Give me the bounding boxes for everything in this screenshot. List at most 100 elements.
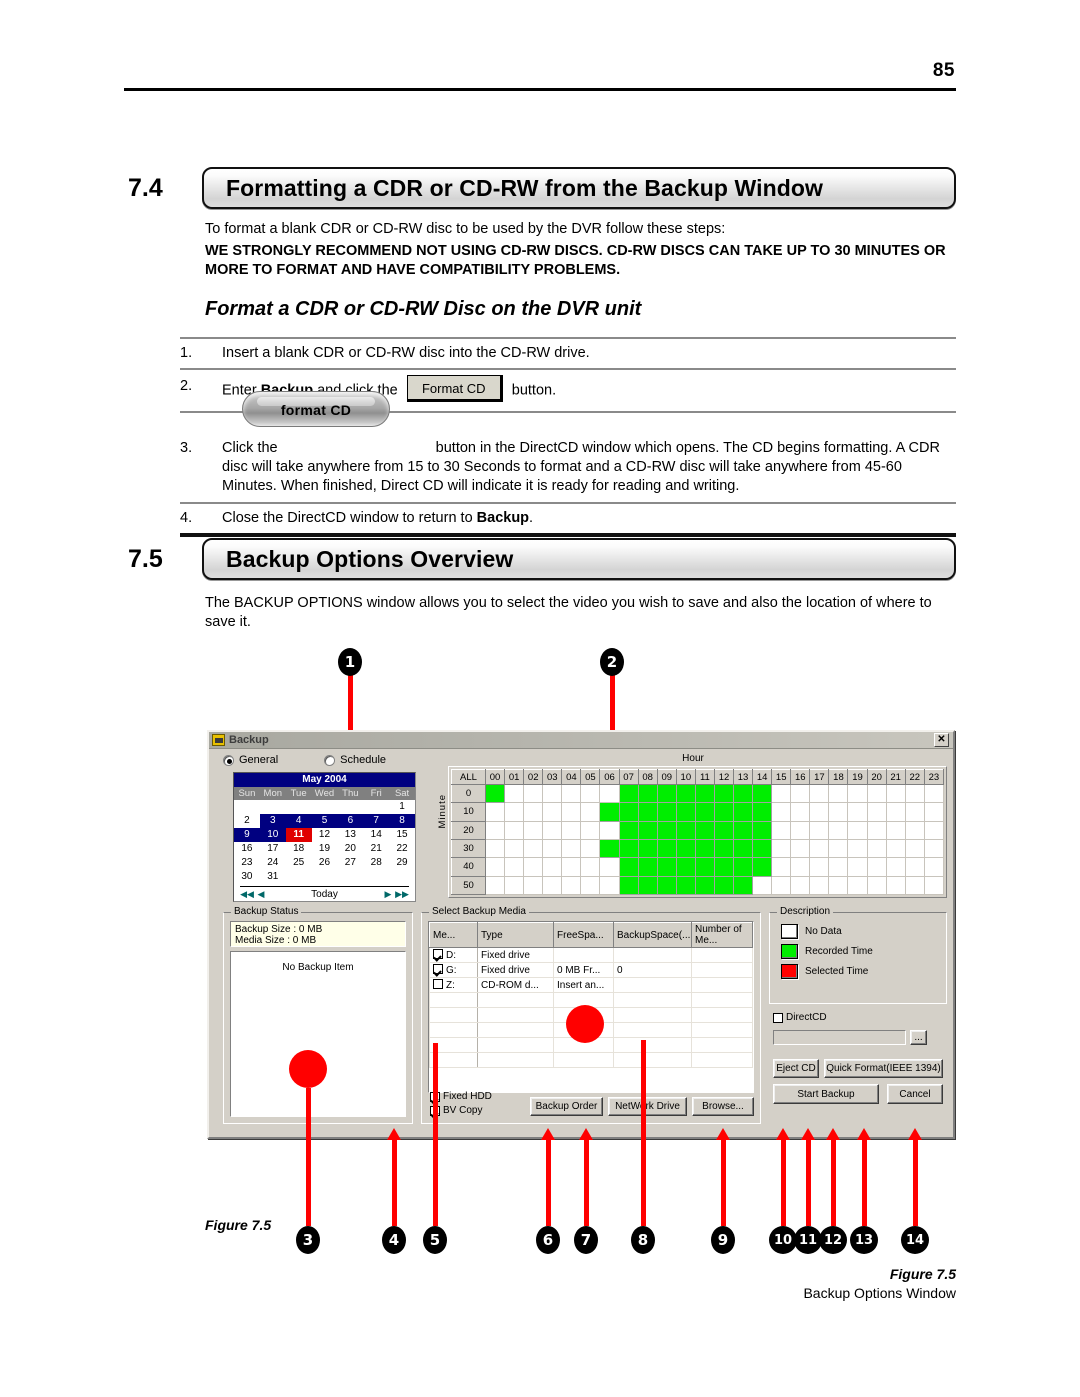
grid-cell[interactable] xyxy=(866,820,887,840)
grid-hour-header[interactable]: 23 xyxy=(923,769,945,785)
media-column-header[interactable]: Number of Me... xyxy=(691,922,753,948)
calendar-day[interactable]: 7 xyxy=(363,814,390,828)
grid-cell[interactable] xyxy=(790,875,811,896)
grid-hour-header[interactable]: 01 xyxy=(504,769,525,785)
calendar-day[interactable]: 12 xyxy=(312,828,338,842)
grid-cell[interactable] xyxy=(713,838,735,859)
calendar-day[interactable] xyxy=(337,870,363,884)
grid-cell[interactable] xyxy=(694,857,715,877)
grid-minute-header[interactable]: 10 xyxy=(451,802,486,822)
calendar-day[interactable] xyxy=(234,800,260,814)
cancel-button[interactable]: Cancel xyxy=(887,1084,943,1104)
calendar-day[interactable]: 23 xyxy=(234,856,260,870)
grid-cell[interactable] xyxy=(599,875,620,896)
table-row[interactable]: D: Fixed drive xyxy=(429,947,753,963)
grid-cell[interactable] xyxy=(752,820,773,840)
grid-all-header[interactable]: ALL xyxy=(451,769,486,785)
grid-cell[interactable] xyxy=(599,838,620,859)
grid-cell[interactable] xyxy=(828,820,849,840)
grid-minute-header[interactable]: 50 xyxy=(451,875,486,896)
checkbox-fixed-hdd[interactable]: Fixed HDD xyxy=(430,1091,492,1102)
grid-cell[interactable] xyxy=(923,783,945,804)
table-row[interactable]: Z: CD-ROM d... Insert an... xyxy=(429,977,753,993)
table-row[interactable]: G: Fixed drive 0 MB Fr... 0 xyxy=(429,962,753,978)
grid-cell[interactable] xyxy=(675,783,696,804)
calendar-last-icon[interactable]: ▶▶ xyxy=(395,889,409,900)
media-column-header[interactable]: Type xyxy=(477,922,554,948)
grid-hour-header[interactable]: 17 xyxy=(809,769,830,785)
calendar-day[interactable]: 3 xyxy=(259,814,286,828)
grid-cell[interactable] xyxy=(885,875,906,896)
grid-cell[interactable] xyxy=(904,783,925,804)
grid-cell[interactable] xyxy=(828,875,849,896)
grid-cell[interactable] xyxy=(580,802,601,822)
grid-cell[interactable] xyxy=(847,857,868,877)
checkbox-bv-copy[interactable]: BV Copy xyxy=(430,1105,492,1116)
grid-cell[interactable] xyxy=(561,838,582,859)
grid-cell[interactable] xyxy=(542,802,563,822)
calendar-day[interactable] xyxy=(312,800,338,814)
grid-cell[interactable] xyxy=(580,820,601,840)
grid-cell[interactable] xyxy=(504,820,525,840)
grid-cell[interactable] xyxy=(618,838,639,859)
grid-hour-header[interactable]: 02 xyxy=(523,769,544,785)
media-drive-cell[interactable]: Z: xyxy=(429,977,478,993)
grid-cell[interactable] xyxy=(523,857,544,877)
grid-hour-header[interactable]: 22 xyxy=(904,769,925,785)
grid-cell[interactable] xyxy=(790,857,811,877)
eject-cd-button[interactable]: Eject CD xyxy=(773,1059,819,1078)
calendar-day[interactable]: 17 xyxy=(260,842,286,856)
media-table[interactable]: Me... Type FreeSpa... BackupSpace(... Number… xyxy=(429,922,753,1068)
grid-cell[interactable] xyxy=(618,802,639,822)
grid-cell[interactable] xyxy=(599,802,620,822)
grid-cell[interactable] xyxy=(656,857,677,877)
calendar-day[interactable] xyxy=(363,870,389,884)
grid-cell[interactable] xyxy=(885,783,906,804)
grid-cell[interactable] xyxy=(637,857,658,877)
calendar-day[interactable]: 18 xyxy=(286,842,312,856)
grid-cell[interactable] xyxy=(733,820,754,840)
grid-cell[interactable] xyxy=(866,857,887,877)
grid-cell[interactable] xyxy=(656,820,677,840)
grid-cell[interactable] xyxy=(828,783,849,804)
grid-cell[interactable] xyxy=(847,820,868,840)
grid-cell[interactable] xyxy=(752,857,773,877)
grid-hour-header[interactable]: 06 xyxy=(599,769,620,785)
grid-cell[interactable] xyxy=(618,783,639,804)
grid-cell[interactable] xyxy=(752,802,773,822)
grid-cell[interactable] xyxy=(523,783,544,804)
calendar-day[interactable]: 14 xyxy=(363,828,389,842)
grid-cell[interactable] xyxy=(733,875,754,896)
grid-cell[interactable] xyxy=(809,857,830,877)
grid-cell[interactable] xyxy=(599,857,620,877)
grid-cell[interactable] xyxy=(637,875,658,896)
media-checkbox-icon[interactable] xyxy=(433,949,443,959)
calendar-day[interactable]: 15 xyxy=(389,828,415,842)
grid-hour-header[interactable]: 12 xyxy=(713,769,735,785)
grid-cell[interactable] xyxy=(847,783,868,804)
grid-cell[interactable] xyxy=(694,802,715,822)
directcd-browse-button[interactable]: ... xyxy=(910,1030,927,1045)
grid-cell[interactable] xyxy=(561,857,582,877)
grid-cell[interactable] xyxy=(542,838,563,859)
quick-format-button[interactable]: Quick Format(IEEE 1394) xyxy=(824,1059,943,1078)
grid-cell[interactable] xyxy=(656,838,677,859)
grid-cell[interactable] xyxy=(809,838,830,859)
grid-cell[interactable] xyxy=(866,838,887,859)
grid-cell[interactable] xyxy=(713,783,735,804)
calendar-day[interactable] xyxy=(337,800,363,814)
grid-cell[interactable] xyxy=(637,820,658,840)
grid-cell[interactable] xyxy=(504,857,525,877)
grid-cell[interactable] xyxy=(484,875,506,896)
grid-cell[interactable] xyxy=(484,820,506,840)
grid-cell[interactable] xyxy=(656,875,677,896)
grid-cell[interactable] xyxy=(923,857,945,877)
grid-cell[interactable] xyxy=(713,802,735,822)
media-checkbox-icon[interactable] xyxy=(433,964,443,974)
grid-cell[interactable] xyxy=(790,820,811,840)
grid-cell[interactable] xyxy=(790,783,811,804)
grid-hour-header[interactable]: 00 xyxy=(484,769,506,785)
grid-cell[interactable] xyxy=(637,802,658,822)
grid-cell[interactable] xyxy=(733,838,754,859)
calendar-day[interactable]: 16 xyxy=(234,842,260,856)
